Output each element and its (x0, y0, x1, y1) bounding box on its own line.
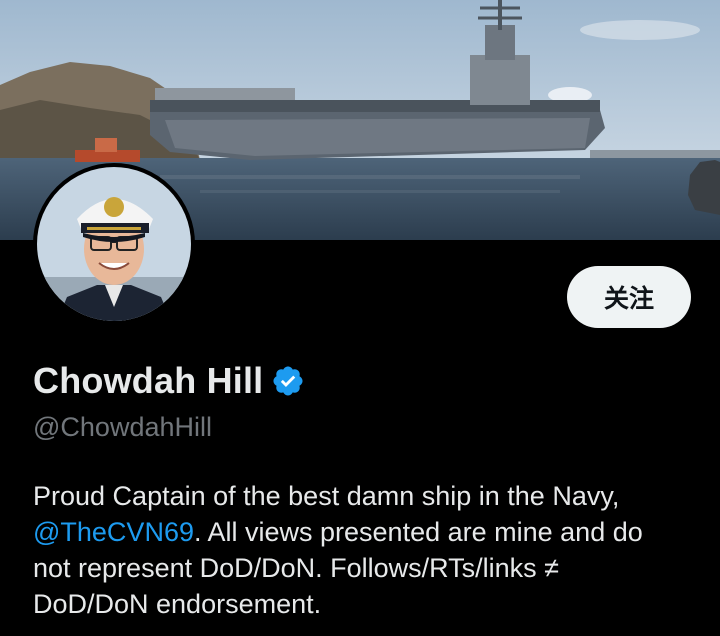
bio-line: DoD/DoN endorsement. (33, 589, 322, 619)
mention-link[interactable]: @TheCVN69 (33, 517, 194, 547)
bio-line: @TheCVN69. All views presented are mine … (33, 514, 693, 550)
verified-badge-icon[interactable] (271, 364, 305, 398)
name-row: Chowdah Hill (33, 360, 305, 402)
follow-button[interactable]: 关注 (567, 266, 691, 328)
user-handle: @ChowdahHill (33, 412, 212, 442)
bio-line: not represent DoD/DoN. Follows/RTs/links… (33, 553, 559, 583)
avatar[interactable] (33, 163, 195, 325)
avatar-image (37, 167, 191, 321)
display-name: Chowdah Hill (33, 360, 264, 401)
bio-line: Proud Captain of the best damn ship in t… (33, 481, 620, 511)
bio-text: . All views presented are mine and do (193, 517, 643, 547)
profile-bio: Proud Captain of the best damn ship in t… (33, 478, 693, 622)
